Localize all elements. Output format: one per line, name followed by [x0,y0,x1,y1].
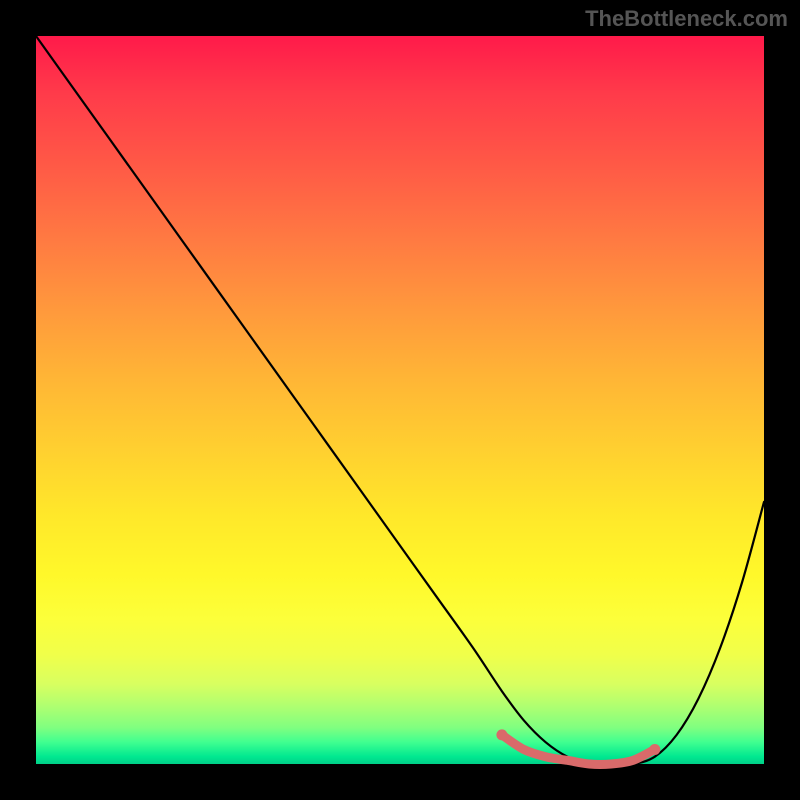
curve-layer [36,36,764,764]
highlight-endpoint [649,744,660,755]
chart-container: TheBottleneck.com [0,0,800,800]
highlight-endpoint [496,729,507,740]
plot-area [36,36,764,764]
bottleneck-curve [36,36,764,765]
watermark-text: TheBottleneck.com [585,6,788,32]
highlight-band [502,735,655,765]
